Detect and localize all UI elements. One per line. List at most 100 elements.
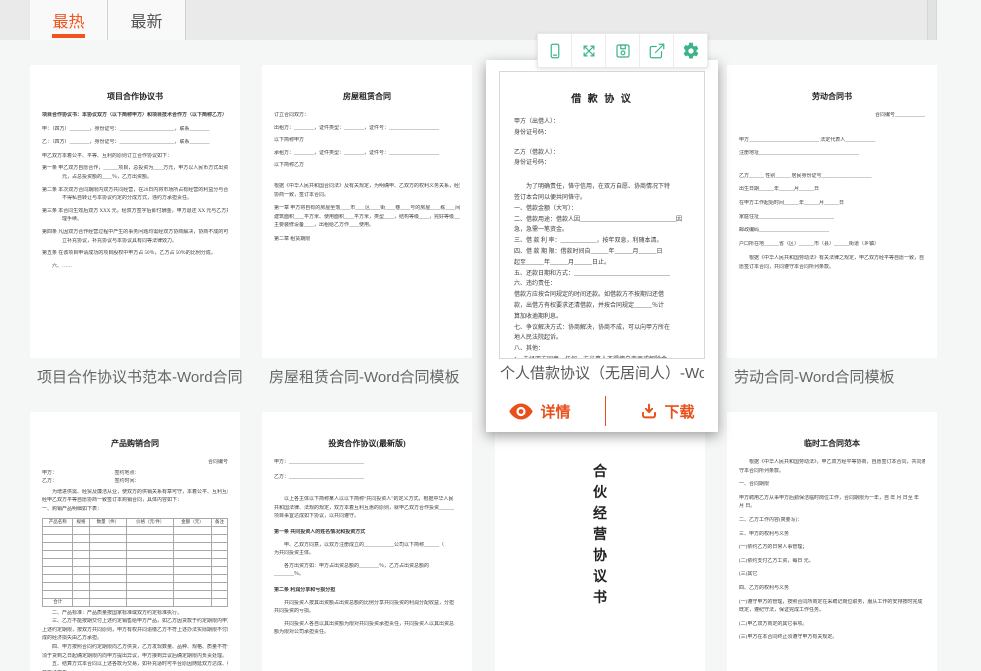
doc-vertical-char: 经 xyxy=(507,504,693,525)
tab-newest[interactable]: 最新 xyxy=(108,0,186,40)
doc-line: 乙方：______________________________ xyxy=(274,474,460,483)
tab-active-underline xyxy=(52,34,85,38)
detail-button[interactable]: 详情 xyxy=(509,401,570,422)
doc-line: 第一条 共同投资人的姓名情况和投资方式 xyxy=(274,529,460,538)
tab-hottest[interactable]: 最热 xyxy=(30,0,108,40)
doc-page: 合伙经营协议书 xyxy=(495,412,705,617)
settings-button[interactable] xyxy=(674,34,707,67)
save-button[interactable] xyxy=(606,34,640,67)
doc-table: 产品名称规格数量（件）价格（元/件）金额（元）备注合计 xyxy=(42,518,228,607)
doc-line: 守本合同所列条款。 xyxy=(739,468,925,477)
doc-line: 四、借 款 期 限：借款时间自______年______月______日 xyxy=(514,247,690,258)
doc-line: 月 日。 xyxy=(739,503,925,512)
doc-line: 一、借款金额（大写）： xyxy=(514,204,690,215)
doc-line: 协商一致，签订本合同。 xyxy=(274,192,460,201)
template-card[interactable]: 合伙经营协议书 xyxy=(495,412,705,671)
mobile-preview-button[interactable] xyxy=(538,34,572,67)
doc-line: 四、乙方的权利与义务 xyxy=(739,585,925,594)
doc-line: 为共同投资主体。 xyxy=(274,550,460,559)
doc-line: 甲方：______________________________ xyxy=(274,459,460,468)
doc-line: 各方出资方如：甲方占出资总额的________％，乙方占出资总额的 xyxy=(274,563,460,572)
doc-line: 须于货到之日起确定期限内向甲方提出异议，甲方接到异议后确定期限内负责处理。 xyxy=(42,653,228,662)
doc-page: 借 款 协 议甲方（出借人）：身份证号码：乙方（借款人）：身份证号码： 为了明确… xyxy=(500,72,704,359)
doc-line: (一)遵守甲方的管理，按照合同所商定在采聘记岗位职务，服从工作的安排按时完成 xyxy=(739,599,925,608)
fullscreen-button[interactable] xyxy=(572,34,606,67)
doc-vertical-char: 协 xyxy=(507,546,693,567)
doc-page: 劳动合同书合同编号____________ 甲方_________________… xyxy=(727,65,937,281)
doc-line: 额为限对公司承担责任。 xyxy=(274,629,460,638)
doc-line: 出租方：________，证件类型：________，证件号：_________… xyxy=(274,125,460,134)
doc-line: 家庭住址______________________________ xyxy=(739,214,925,223)
card-actions: 详情 下载 xyxy=(486,390,718,432)
doc-line: 立补充协议，补充协议与本协议具有同等法律效力。 xyxy=(42,238,228,247)
doc-line: 乙方______ 性别______ 居民身份证号________________… xyxy=(739,173,925,182)
download-icon xyxy=(640,402,658,420)
template-card[interactable]: 产品购销合同合同编号甲方： 签约地点：乙方： 签约时间： 为增进供需、经贸及廉洁… xyxy=(30,412,240,671)
doc-line: 建筑面积____平方米、使用面积____平方米，类型____，结构等级____，… xyxy=(274,214,460,223)
save-icon xyxy=(614,42,632,60)
doc-line: 主要装修设备____，出租给乙方作____使用。 xyxy=(274,222,460,231)
doc-line: 为了明确责任，恪守信用，在双方自愿、协商情况下特 xyxy=(514,182,690,193)
doc-line: 甲方（出借人）： xyxy=(514,117,690,128)
doc-line: 既定，遵纪守法，保证完成工作任务。 xyxy=(739,607,925,616)
hover-toolbar xyxy=(537,33,708,68)
doc-title: 劳动合同书 xyxy=(739,91,925,102)
doc-line: 第一条 甲乙双方自愿合作，______项目，总投资为____万元，甲方以人民币方… xyxy=(42,165,228,174)
doc-line: 甲方____________________________ 法定代表人____… xyxy=(739,137,925,146)
doc-line: 第一章 甲方将自有的房屋坐落____市____区____街____巷____号的… xyxy=(274,205,460,214)
doc-vertical-char: 书 xyxy=(507,588,693,609)
doc-line: 第二条 利润分享和亏损分担 xyxy=(274,587,460,596)
doc-line: 地人民法院起诉。 xyxy=(514,333,690,344)
doc-line: 身份证号码： xyxy=(514,158,690,169)
download-button[interactable]: 下载 xyxy=(640,401,695,422)
doc-line: (一)依约乙方的日常人事管理； xyxy=(739,544,925,553)
card-title[interactable]: 劳动合同-Word合同模板 xyxy=(727,363,939,393)
doc-page: 临时工合同范本 根据《中华人民共和国劳动法》，甲乙双方经平等协商，自愿签订本合同… xyxy=(727,412,937,651)
doc-line: 合同编号____________ xyxy=(739,112,925,121)
card-title[interactable]: 项目合作协议书范本-Word合同模板 xyxy=(30,363,242,393)
template-card[interactable]: 项目合作协议书项目合作协议书：本协议双方（以下简称甲方）和项目技术合作方（以下简… xyxy=(30,65,240,358)
doc-line: 六、…… xyxy=(42,263,228,272)
doc-line: 合同编号 xyxy=(42,459,228,468)
doc-line: 项目合作协议书：本协议双方（以下简称甲方）和项目技术合作方（以下简称乙方） xyxy=(42,112,228,121)
doc-line: 一、购销产品明细如下表： xyxy=(42,506,228,515)
card-title[interactable]: 个人借款协议（无居间人）-Word... xyxy=(500,362,704,383)
actions-divider xyxy=(605,396,606,426)
card-title[interactable]: 房屋租赁合同-Word合同模板 xyxy=(262,363,474,393)
doc-line: 为增进供需、经贸及廉洁从业，使双方的供销关系有章可守，本着公平、互利互惠的原则， xyxy=(42,489,228,498)
doc-line: 二、产品标准：产品质量按国家标准或双方约定标准执行。 xyxy=(42,610,228,619)
tab-bar: 最热 最新 xyxy=(0,0,935,40)
doc-line: 八、其他： xyxy=(514,344,690,355)
doc-line: 五、还款日期和方式：______________________________… xyxy=(514,269,690,280)
doc-line: 身份证号码： xyxy=(514,128,690,139)
doc-page: 产品购销合同合同编号甲方： 签约地点：乙方： 签约时间： 为增进供需、经贸及廉洁… xyxy=(30,412,240,671)
template-card[interactable]: 劳动合同书合同编号____________ 甲方_________________… xyxy=(727,65,937,358)
doc-line: 订立合同双方： xyxy=(274,112,460,121)
doc-line: 愿签订本合同，共同遵守本合同所列条款。 xyxy=(739,264,925,273)
doc-line: 第五条 在该项目申请成功的项目股权中甲方占 50％，乙方占 50％的比例分成。 xyxy=(42,250,228,259)
doc-title: 产品购销合同 xyxy=(42,438,228,449)
doc-line: 借款方应按合同规定的时间还款。如借款方不按期归还借 xyxy=(514,290,690,301)
doc-vertical-char: 议 xyxy=(507,567,693,588)
hovered-template-card[interactable]: 借 款 协 议甲方（出借人）：身份证号码：乙方（借款人）：身份证号码： 为了明确… xyxy=(486,60,718,432)
template-card[interactable]: 投资合作协议(最新版)甲方：__________________________… xyxy=(262,412,472,671)
tab-hottest-label: 最热 xyxy=(52,8,84,32)
doc-line: 共同投资的亏损。 xyxy=(274,608,460,617)
share-button[interactable] xyxy=(640,34,674,67)
doc-title: 房屋租赁合同 xyxy=(274,91,460,102)
doc-line: 以下简称甲方 xyxy=(274,137,460,146)
tabs: 最热 最新 xyxy=(30,0,186,40)
doc-line: 上述约定期限，按双方共同原则，甲方有权并同追缴乙方不符上述办法实际期限不付同，由… xyxy=(42,627,228,636)
fullscreen-icon xyxy=(580,42,598,60)
doc-line: 五、结算方式本合同以上述各款为交易，如补充适时可平台原因随延双方达成、继续以甲方 xyxy=(42,661,228,670)
doc-line: 第三条 本合同生效后双方 XXX 元，经双方签字后即付酬金，甲方退还 XX 元与… xyxy=(42,208,228,217)
doc-vertical-char: 营 xyxy=(507,525,693,546)
doc-line: 甲方： 签约地点： xyxy=(42,470,228,479)
doc-line: 二、乙方工作内容(简要写)： xyxy=(739,517,925,526)
scrollbar[interactable] xyxy=(927,0,937,40)
doc-line: 根据《中华人民共和国劳动法》，甲乙双方经平等协商，自愿签订本合同，共同遵 xyxy=(739,459,925,468)
doc-line: 承租方：________，证件类型：________，证件号：_________… xyxy=(274,150,460,159)
doc-line: 在甲方工作起始时间______年______月______日 xyxy=(739,200,925,209)
template-card[interactable]: 房屋租赁合同订立合同双方： 出租方：________，证件类型：________，… xyxy=(262,65,472,358)
template-card[interactable]: 临时工合同范本 根据《中华人民共和国劳动法》，甲乙双方经平等协商，自愿签订本合同… xyxy=(727,412,937,671)
